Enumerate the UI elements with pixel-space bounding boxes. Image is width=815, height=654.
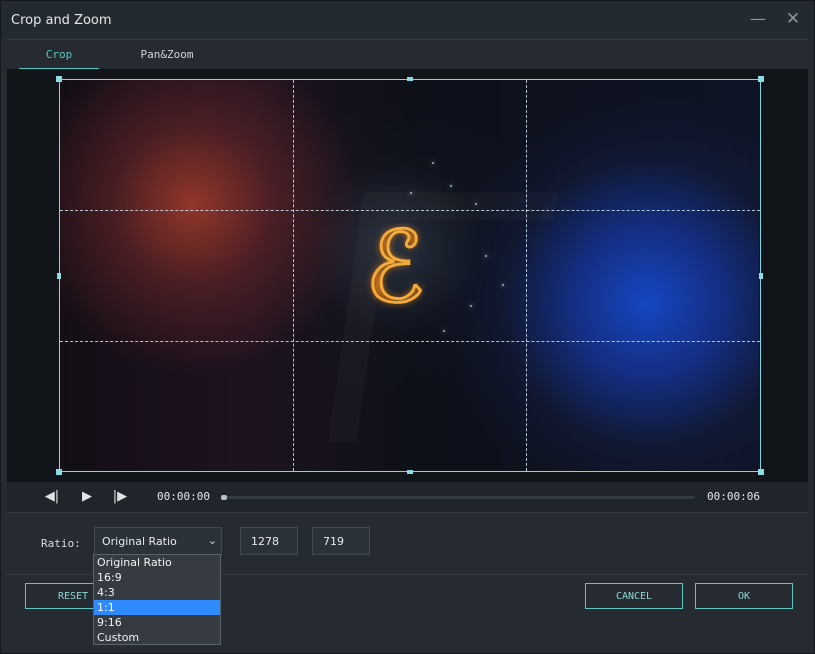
ratio-option-16-9[interactable]: 16:9 [94,570,220,585]
grid-line [60,210,760,211]
crop-rectangle[interactable] [56,76,764,475]
video-preview-area: ℰ [7,69,808,482]
previous-frame-icon[interactable]: ◀| [44,489,60,505]
ratio-option-original[interactable]: Original Ratio [94,555,220,570]
timeline-knob[interactable] [221,495,227,500]
ratio-dropdown-menu[interactable]: Original Ratio 16:9 4:3 1:1 9:16 Custom [93,554,221,645]
close-icon[interactable]: ✕ [783,9,803,29]
ratio-option-1-1[interactable]: 1:1 [94,600,220,615]
crop-handle-bottom[interactable] [407,470,413,474]
next-frame-icon[interactable]: |▶ [112,489,128,505]
tab-pan-zoom[interactable]: Pan&Zoom [127,40,207,69]
end-time: 00:00:06 [707,490,760,503]
ratio-option-custom[interactable]: Custom [94,630,220,645]
grid-line [526,80,527,471]
crop-handle-right[interactable] [759,273,763,279]
title-bar: Crop and Zoom — ✕ [1,1,814,39]
tab-crop[interactable]: Crop [19,40,99,70]
grid-line [293,80,294,471]
timeline-scrubber[interactable] [221,495,695,500]
playback-controls: ◀| ▶ |▶ 00:00:00 00:00:06 [7,482,808,512]
current-time: 00:00:00 [157,490,210,503]
dialog-title: Crop and Zoom [11,13,112,28]
ratio-option-9-16[interactable]: 9:16 [94,615,220,630]
crop-handle-bottom-right[interactable] [758,469,764,475]
crop-handle-bottom-left[interactable] [56,469,62,475]
ratio-select[interactable]: Original Ratio ⌄ [94,527,222,555]
chevron-down-icon: ⌄ [207,534,217,547]
height-field[interactable]: 719 [312,527,370,555]
ratio-selected-value: Original Ratio [102,535,177,548]
ok-button[interactable]: OK [695,583,793,609]
crop-handle-top[interactable] [407,77,413,81]
crop-handle-left[interactable] [57,273,61,279]
minimize-icon[interactable]: — [748,9,768,29]
mode-tabs: Crop Pan&Zoom [7,39,808,71]
crop-handle-top-left[interactable] [56,76,62,82]
ratio-option-4-3[interactable]: 4:3 [94,585,220,600]
width-field[interactable]: 1278 [240,527,298,555]
play-icon[interactable]: ▶ [79,489,95,505]
crop-handle-top-right[interactable] [758,76,764,82]
cancel-button[interactable]: CANCEL [585,583,683,609]
grid-line [60,341,760,342]
ratio-label: Ratio: [41,537,81,550]
